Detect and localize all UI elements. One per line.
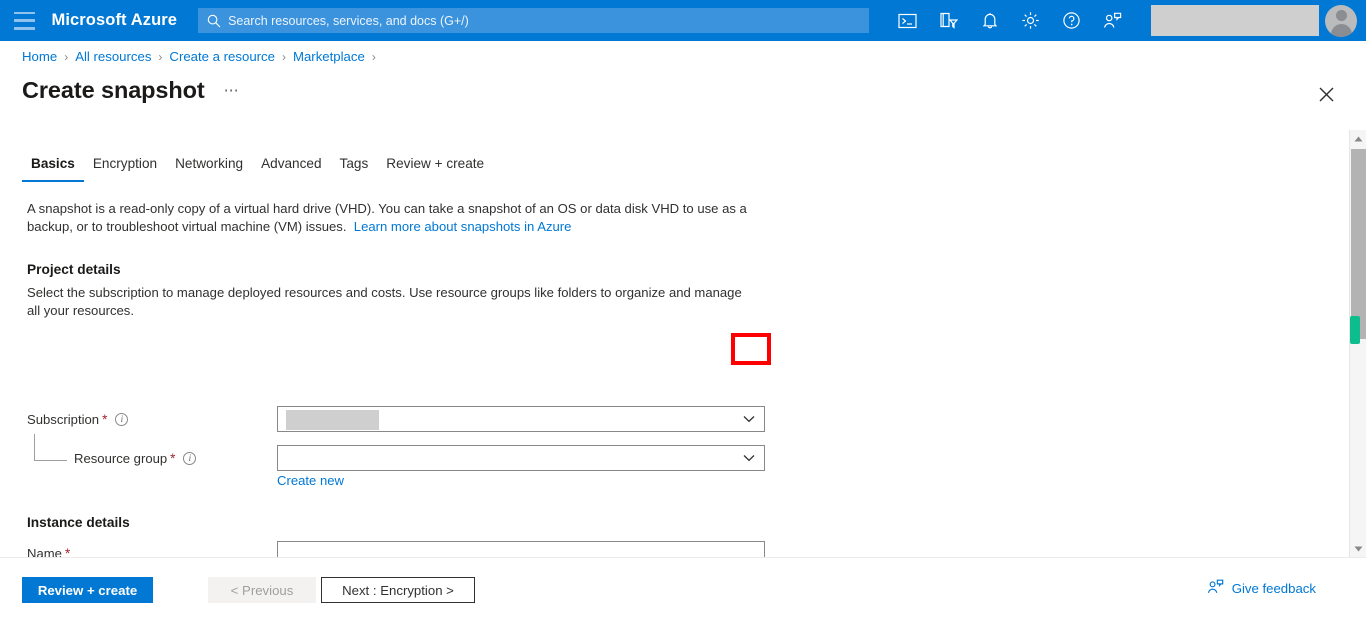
feedback-person-icon[interactable] [1092, 0, 1133, 41]
subscription-dropdown[interactable] [277, 406, 765, 432]
breadcrumb-separator: › [371, 49, 376, 64]
close-icon[interactable] [1312, 80, 1340, 108]
tab-encryption[interactable]: Encryption [84, 156, 166, 182]
resource-group-tree-connector [34, 434, 67, 461]
breadcrumb: Home › All resources › Create a resource… [22, 49, 383, 64]
azure-brand-logo[interactable]: Microsoft Azure [51, 11, 177, 30]
section-heading-project-details: Project details [27, 262, 121, 277]
search-input[interactable] [228, 8, 870, 33]
global-search-box[interactable] [198, 8, 870, 33]
tab-tags[interactable]: Tags [331, 156, 378, 182]
scrollbar-position-marker [1350, 316, 1360, 344]
subscription-label-text: Subscription [27, 412, 100, 427]
bottom-action-bar: Review + create < Previous Next : Encryp… [0, 557, 1366, 625]
user-avatar[interactable] [1325, 4, 1357, 37]
breadcrumb-separator: › [64, 49, 69, 64]
breadcrumb-item-home[interactable]: Home [22, 49, 57, 64]
feedback-person-icon [1207, 579, 1224, 598]
tab-networking[interactable]: Networking [166, 156, 252, 182]
create-new-resource-group-link[interactable]: Create new [277, 473, 344, 488]
notifications-bell-icon[interactable] [969, 0, 1010, 41]
learn-more-link[interactable]: Learn more about snapshots in Azure [354, 219, 572, 234]
top-navigation-bar: Microsoft Azure [0, 0, 1366, 41]
scroll-up-arrow-icon[interactable] [1350, 130, 1366, 147]
name-label: Name * [27, 546, 70, 557]
next-encryption-button[interactable]: Next : Encryption > [321, 577, 475, 603]
search-icon [207, 14, 221, 28]
directory-filter-icon[interactable] [928, 0, 969, 41]
resource-group-label-text: Resource group [74, 451, 168, 466]
form-scroll-viewport: Basics Encryption Networking Advanced Ta… [0, 130, 1348, 557]
header-icon-group [887, 0, 1133, 41]
required-asterisk: * [170, 451, 176, 466]
tab-review-create[interactable]: Review + create [377, 156, 493, 182]
name-label-text: Name [27, 546, 62, 557]
breadcrumb-item-all-resources[interactable]: All resources [75, 49, 151, 64]
chevron-down-icon[interactable] [734, 446, 764, 470]
section-subtext-project-details: Select the subscription to manage deploy… [27, 285, 742, 318]
breadcrumb-separator: › [158, 49, 163, 64]
chevron-down-icon[interactable] [734, 407, 764, 431]
cloud-shell-icon[interactable] [887, 0, 928, 41]
review-create-button[interactable]: Review + create [22, 577, 153, 603]
tab-basics[interactable]: Basics [22, 156, 84, 182]
vertical-scrollbar[interactable] [1349, 130, 1366, 557]
give-feedback-label: Give feedback [1231, 581, 1316, 596]
settings-gear-icon[interactable] [1010, 0, 1051, 41]
hamburger-menu-icon[interactable] [14, 11, 36, 30]
breadcrumb-separator: › [281, 49, 286, 64]
hamburger-bar [14, 19, 36, 22]
account-info-redacted[interactable] [1151, 5, 1319, 36]
name-input[interactable] [278, 542, 764, 557]
name-input-wrapper[interactable] [277, 541, 765, 557]
required-asterisk: * [64, 546, 71, 557]
hamburger-bar [14, 26, 36, 30]
scroll-down-arrow-icon[interactable] [1350, 540, 1366, 557]
info-icon[interactable]: i [183, 452, 197, 465]
hamburger-bar [14, 11, 36, 15]
more-options-button[interactable]: ⋯ [224, 81, 240, 99]
form-description: A snapshot is a read-only copy of a virt… [27, 200, 747, 235]
previous-button[interactable]: < Previous [208, 577, 316, 603]
give-feedback-button[interactable]: Give feedback [1207, 579, 1316, 598]
help-question-icon[interactable] [1051, 0, 1092, 41]
scrollbar-thumb[interactable] [1351, 149, 1366, 339]
info-icon[interactable]: i [115, 413, 129, 426]
required-asterisk: * [102, 412, 108, 427]
resource-group-dropdown[interactable] [277, 445, 765, 471]
breadcrumb-item-marketplace[interactable]: Marketplace [293, 49, 365, 64]
page-title: Create snapshot [22, 77, 205, 103]
section-heading-instance-details: Instance details [27, 515, 130, 530]
resource-group-label: Resource group * i [74, 451, 197, 466]
tab-advanced[interactable]: Advanced [252, 156, 330, 182]
subscription-label: Subscription * i [27, 412, 129, 427]
page-title-row: Create snapshot ⋯ [22, 77, 240, 104]
tab-bar: Basics Encryption Networking Advanced Ta… [22, 156, 493, 182]
breadcrumb-item-create-a-resource[interactable]: Create a resource [169, 49, 275, 64]
